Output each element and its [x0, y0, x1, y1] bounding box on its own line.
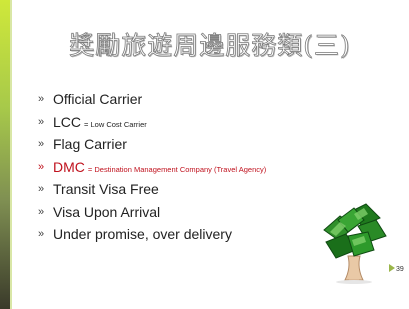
bullet-text: Official Carrier	[53, 91, 143, 107]
bullet-item-dmc: » DMC = Destination Management Company (Tr…	[38, 156, 266, 179]
bullet-text: DMC	[53, 158, 85, 175]
slide-title: 獎勵旅遊周邊服務類(三)	[69, 31, 351, 61]
left-accent-bar-edge	[10, 0, 12, 309]
chevron-double-right-icon: »	[38, 115, 45, 128]
bullet-text: Transit Visa Free	[53, 181, 159, 197]
bullet-item-official-carrier: » Official Carrier	[38, 88, 266, 111]
chevron-double-right-icon: »	[38, 160, 45, 173]
bullet-item-lcc: » LCC = Low Cost Carrier	[38, 111, 266, 134]
bullet-text: LCC	[53, 113, 82, 130]
bullet-list: » Official Carrier » LCC = Low Cost Carrier…	[38, 88, 266, 246]
chevron-double-right-icon: »	[38, 183, 45, 195]
bullet-note: = Destination Management Company (Travel…	[87, 164, 267, 174]
chevron-double-right-icon: »	[38, 205, 45, 218]
bullet-item-transit-visa-free: » Transit Visa Free	[38, 178, 266, 201]
bullet-item-visa-upon-arrival: » Visa Upon Arrival	[38, 201, 266, 224]
bullet-item-under-promise: » Under promise, over delivery	[38, 223, 266, 246]
bullet-text: Under promise, over delivery	[53, 226, 232, 242]
tree-clipart	[318, 196, 390, 284]
chevron-double-right-icon: »	[38, 138, 45, 150]
page-number: 39	[396, 266, 404, 273]
slide: 獎勵旅遊周邊服務類(三) » Official Carrier » LCC = Low…	[0, 0, 409, 309]
bullet-text: Flag Carrier	[53, 136, 127, 152]
left-accent-bar	[0, 0, 10, 309]
bullet-text: Visa Upon Arrival	[53, 203, 161, 220]
triangle-right-icon	[389, 264, 395, 272]
bullet-note: = Low Cost Carrier	[84, 119, 147, 129]
bullet-item-flag-carrier: » Flag Carrier	[38, 133, 266, 156]
chevron-double-right-icon: »	[38, 93, 45, 105]
chevron-double-right-icon: »	[38, 228, 45, 240]
